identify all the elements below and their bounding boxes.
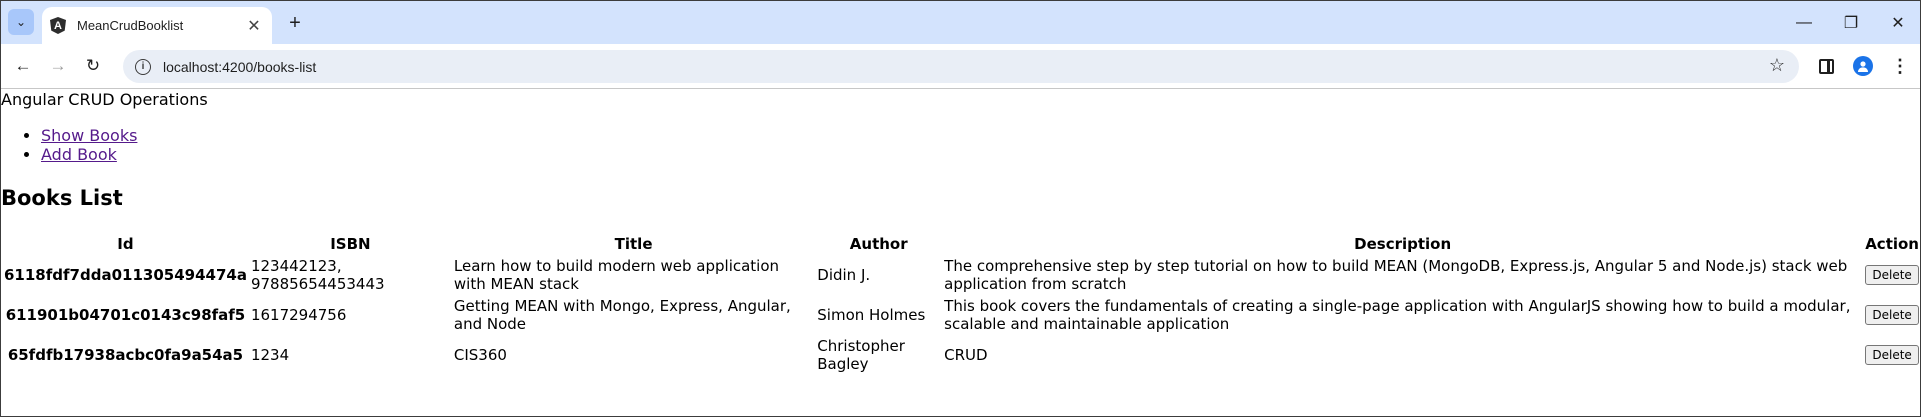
show-books-link[interactable]: Show Books [41,126,137,145]
cell-title: CIS360 [453,346,507,364]
header-author: Author [849,235,908,253]
header-title: Title [614,235,653,253]
angular-logo-icon: A [50,17,66,34]
header-isbn: ISBN [330,235,371,253]
chevron-down-icon: ⌄ [15,15,27,29]
arrow-left-icon: ← [14,56,32,75]
forward-button[interactable]: → [44,52,72,80]
tab-search-button[interactable]: ⌄ [8,9,34,35]
page-content: Angular CRUD Operations Show Books Add B… [1,90,1920,416]
table-row: 6118fdf7dda011305494474a 123442123, 9788… [3,256,1920,294]
nav-item: Add Book [41,145,137,164]
profile-button[interactable] [1849,52,1877,80]
cell-id: 6118fdf7dda011305494474a [4,266,247,284]
side-panel-button[interactable] [1812,52,1840,80]
close-icon[interactable]: ✕ [1886,11,1910,35]
side-panel-icon [1818,58,1834,74]
site-info-icon[interactable]: i [135,58,151,75]
cell-author: Simon Holmes [817,306,926,324]
delete-button[interactable]: Delete [1865,305,1919,325]
cell-isbn: 1234 [250,346,290,364]
minimize-icon[interactable]: — [1792,11,1816,35]
restore-icon[interactable]: ❐ [1839,11,1863,35]
cell-description: This book covers the fundamentals of cre… [944,297,1851,333]
browser-toolbar: ← → ↻ i localhost:4200/books-list ☆ ⋮ [1,44,1920,89]
cell-author: Christopher Bagley [817,337,905,373]
tab-close-icon[interactable]: ✕ [244,16,264,36]
table-header-row: Id ISBN Title Author Description Action [3,234,1920,254]
cell-action: Delete [1864,256,1920,294]
add-book-link[interactable]: Add Book [41,145,117,164]
avatar [1853,56,1873,76]
cell-description: CRUD [944,346,988,364]
tab-strip: ⌄ A MeanCrudBooklist ✕ + — ❐ ✕ [1,1,1920,44]
more-menu-icon[interactable]: ⋮ [1886,52,1914,80]
cell-isbn: 1617294756 [250,306,347,324]
address-bar[interactable]: i localhost:4200/books-list ☆ [123,50,1799,83]
arrow-right-icon: → [49,56,67,75]
nav-list: Show Books Add Book [41,126,137,164]
cell-isbn: 123442123, 97885654453443 [250,257,385,293]
new-tab-button[interactable]: + [283,11,307,35]
books-table: Id ISBN Title Author Description Action … [1,232,1920,376]
reload-button[interactable]: ↻ [79,52,107,80]
back-button[interactable]: ← [9,52,37,80]
url-text[interactable]: localhost:4200/books-list [163,59,316,75]
cell-description: The comprehensive step by step tutorial … [944,257,1848,293]
reload-icon: ↻ [85,56,101,75]
app-title: Angular CRUD Operations [1,90,208,109]
nav-item: Show Books [41,126,137,145]
page-title: Books List [1,186,123,210]
cell-action: Delete [1864,296,1920,334]
browser-window: ⌄ A MeanCrudBooklist ✕ + — ❐ ✕ ← → ↻ i l… [0,0,1921,417]
header-description: Description [1354,235,1452,253]
cell-author: Didin J. [817,266,871,284]
delete-button[interactable]: Delete [1865,265,1919,285]
cell-id: 65fdfb17938acbc0fa9a54a5 [7,346,244,364]
header-action: Action [1865,235,1919,253]
cell-title: Learn how to build modern web applicatio… [453,257,780,293]
tab-title: MeanCrudBooklist [77,18,184,33]
cell-id: 611901b04701c0143c98faf5 [5,306,246,324]
cell-action: Delete [1864,336,1920,374]
header-id: Id [117,235,134,253]
table-row: 65fdfb17938acbc0fa9a54a5 1234 CIS360 Chr… [3,336,1920,374]
cell-title: Getting MEAN with Mongo, Express, Angula… [453,297,791,333]
tab-active[interactable]: A MeanCrudBooklist ✕ [42,7,272,44]
table-row: 611901b04701c0143c98faf5 1617294756 Gett… [3,296,1920,334]
bookmark-star-icon[interactable]: ☆ [1769,55,1785,76]
delete-button[interactable]: Delete [1865,345,1919,365]
